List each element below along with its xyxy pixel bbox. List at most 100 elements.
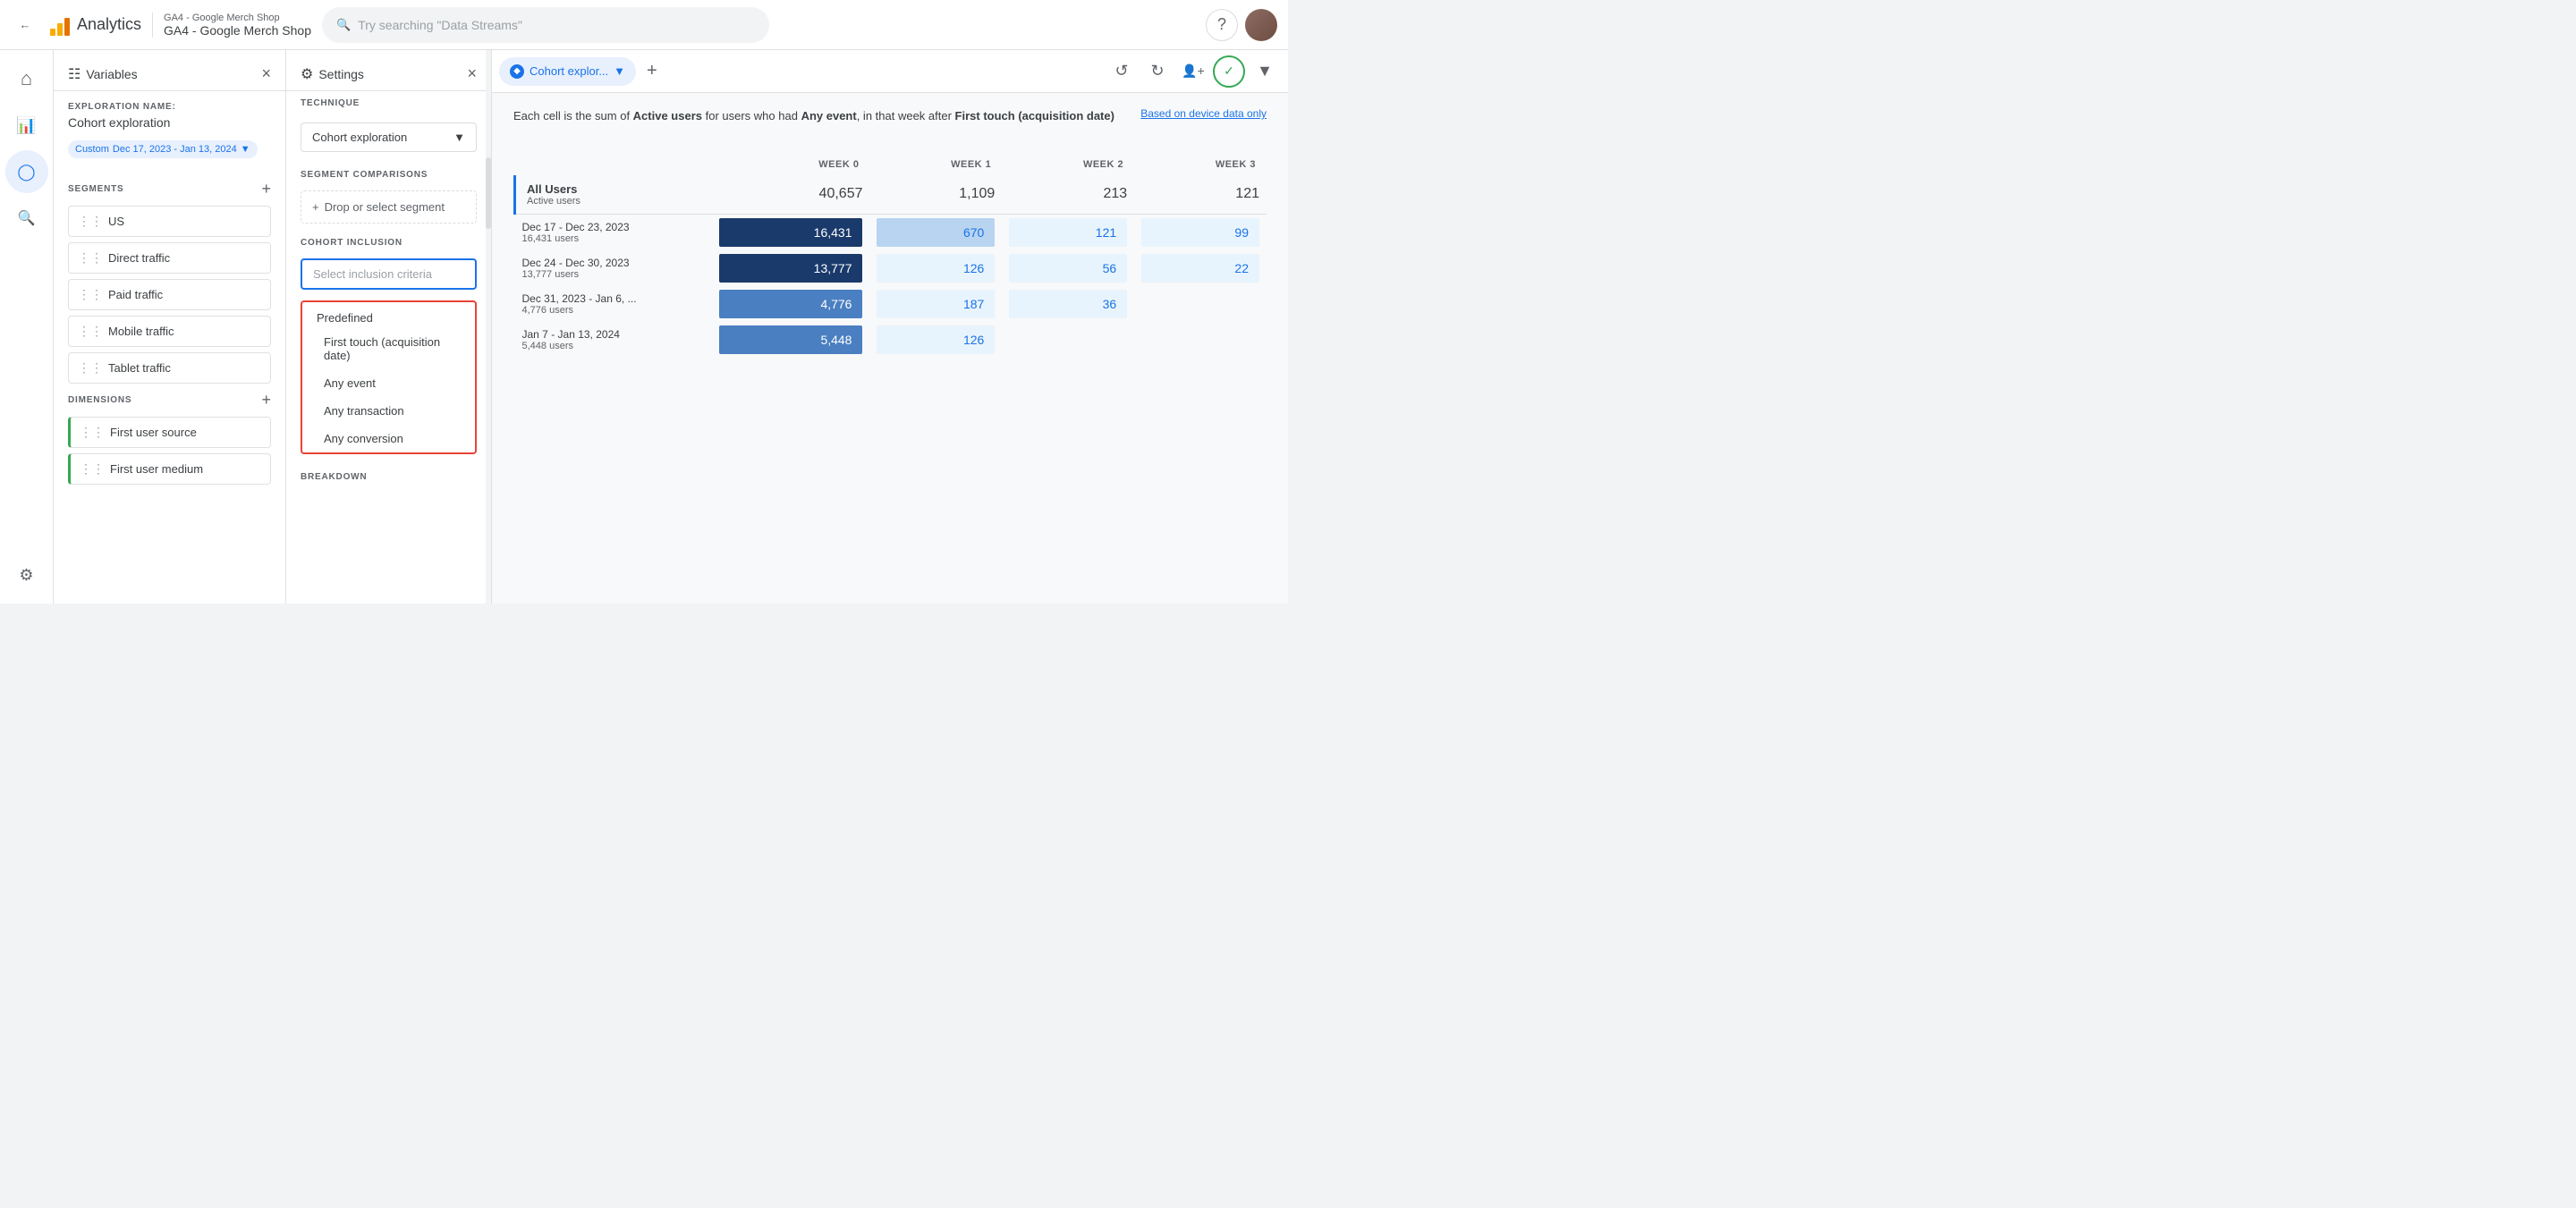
week2-cell: 121 [1002, 214, 1134, 250]
help-button[interactable]: ? [1206, 9, 1238, 41]
logo-icon [50, 14, 70, 36]
chevron-down-icon: ▼ [241, 144, 250, 155]
nav-advertising[interactable]: 🔍 [5, 197, 48, 240]
exploration-name-label: EXPLORATION NAME: [68, 102, 271, 112]
back-button[interactable]: ← [11, 11, 39, 39]
main-content: ◆ Cohort explor... ▼ + ↺ ↻ 👤+ ✓ ▼ Each c… [492, 50, 1288, 604]
cell-value: 126 [877, 254, 995, 283]
cell-value: 13,777 [719, 254, 863, 283]
dimension-item[interactable]: ⋮⋮First user source [68, 417, 271, 448]
exploration-name-value: Cohort exploration [68, 115, 271, 130]
segment-item[interactable]: ⋮⋮Tablet traffic [68, 352, 271, 384]
drop-segment-label: Drop or select segment [325, 200, 445, 214]
drag-handle-icon: ⋮⋮ [80, 425, 105, 440]
account-sub: GA4 - Google Merch Shop [164, 13, 311, 23]
technique-label: TECHNIQUE [286, 91, 491, 112]
dimensions-label: DIMENSIONS [68, 395, 131, 405]
tab-label: Cohort explor... [530, 64, 608, 78]
redo-button[interactable]: ↻ [1141, 55, 1174, 88]
segment-item[interactable]: ⋮⋮US [68, 206, 271, 237]
add-segment-button[interactable]: + [261, 180, 271, 199]
cell-value: 99 [1141, 218, 1259, 247]
segments-list: ⋮⋮US ⋮⋮Direct traffic ⋮⋮Paid traffic ⋮⋮Mobi… [68, 206, 271, 384]
back-icon: ← [20, 18, 31, 31]
gear-icon: ⚙ [301, 65, 313, 83]
segments-label: SEGMENTS [68, 184, 124, 194]
variables-panel-header: ☷ Variables × [54, 50, 285, 91]
nav-explore[interactable]: ◯ [5, 150, 48, 193]
inclusion-input[interactable]: Select inclusion criteria [301, 258, 477, 290]
table-row: Dec 31, 2023 - Jan 6, ... 4,776 users 4,… [515, 286, 1267, 322]
share-button[interactable]: 👤+ [1177, 55, 1209, 88]
explore-tab-icon: ◆ [510, 64, 524, 79]
table-row: Dec 24 - Dec 30, 2023 13,777 users 13,77… [515, 250, 1267, 286]
all-users-row: All Users Active users 40,657 1,109 213 … [515, 175, 1267, 215]
week3-cell: 99 [1134, 214, 1267, 250]
logo-area: Analytics [50, 14, 141, 36]
dimensions-list: ⋮⋮First user source ⋮⋮First user medium [68, 417, 271, 485]
search-placeholder: Try searching "Data Streams" [358, 18, 522, 32]
top-header: ← Analytics GA4 - Google Merch Shop GA4 … [0, 0, 1288, 50]
nav-settings[interactable]: ⚙ [5, 553, 48, 596]
segment-item[interactable]: ⋮⋮Direct traffic [68, 242, 271, 274]
dimensions-section-header: DIMENSIONS + [68, 391, 271, 410]
option-first-touch[interactable]: First touch (acquisition date) [302, 328, 475, 369]
all-users-week3: 121 [1134, 175, 1267, 215]
week2-cell: 56 [1002, 250, 1134, 286]
variables-panel: ☷ Variables × EXPLORATION NAME: Cohort e… [54, 50, 286, 604]
publish-dropdown[interactable]: ▼ [1249, 55, 1281, 88]
all-users-label-cell: All Users Active users [515, 175, 712, 215]
week0-cell: 16,431 [712, 214, 870, 250]
dropdown-category: Predefined [302, 302, 475, 328]
tab-dropdown-icon[interactable]: ▼ [614, 64, 625, 78]
header-actions: ⁢ ? [1166, 9, 1277, 41]
date-label-cell: Dec 17 - Dec 23, 2023 16,431 users [515, 214, 712, 250]
search-bar[interactable]: 🔍 Try searching "Data Streams" [322, 7, 769, 43]
based-on-link[interactable]: Based on device data only [1140, 107, 1267, 120]
chevron-down-icon: ▼ [453, 131, 465, 144]
main-layout: ⌂ 📊 ◯ 🔍 ⚙ ☷ Variables × EXPLORATION NAME… [0, 50, 1288, 604]
option-any-conversion[interactable]: Any conversion [302, 425, 475, 452]
date-label-cell: Dec 31, 2023 - Jan 6, ... 4,776 users [515, 286, 712, 322]
nav-home[interactable]: ⌂ [5, 57, 48, 100]
date-users-label: 5,448 users [522, 341, 705, 351]
settings-panel-title: ⚙ Settings [301, 65, 364, 83]
option-any-event[interactable]: Any event [302, 369, 475, 397]
date-badge[interactable]: Custom Dec 17, 2023 - Jan 13, 2024 ▼ [68, 140, 258, 158]
nav-reports[interactable]: 📊 [5, 104, 48, 147]
add-dimension-button[interactable]: + [261, 391, 271, 410]
settings-panel-header: ⚙ Settings × [286, 50, 491, 91]
cell-value: 4,776 [719, 290, 863, 318]
drop-segment-zone[interactable]: + Drop or select segment [301, 190, 477, 224]
undo-button[interactable]: ↺ [1106, 55, 1138, 88]
week2-cell: 36 [1002, 286, 1134, 322]
dimension-item[interactable]: ⋮⋮First user medium [68, 453, 271, 485]
cohort-tab[interactable]: ◆ Cohort explor... ▼ [499, 57, 636, 86]
technique-select[interactable]: Cohort exploration ▼ [301, 122, 477, 152]
segment-item[interactable]: ⋮⋮Paid traffic [68, 279, 271, 310]
week0-cell: 4,776 [712, 286, 870, 322]
avatar[interactable] [1245, 9, 1277, 41]
list-icon: ☷ [68, 65, 80, 83]
table-row: Dec 17 - Dec 23, 2023 16,431 users 16,43… [515, 214, 1267, 250]
cell-value: 36 [1009, 290, 1127, 318]
week3-cell-empty: - [1134, 286, 1267, 322]
week3-cell-empty: - [1134, 322, 1267, 358]
col-header-label [515, 154, 712, 175]
table-row: Jan 7 - Jan 13, 2024 5,448 users 5,448 1… [515, 322, 1267, 358]
add-tab-button[interactable]: + [640, 57, 665, 85]
inclusion-placeholder: Select inclusion criteria [313, 267, 432, 281]
segment-item[interactable]: ⋮⋮Mobile traffic [68, 316, 271, 347]
option-any-transaction[interactable]: Any transaction [302, 397, 475, 425]
variables-close-button[interactable]: × [261, 64, 271, 83]
col-week1: WEEK 1 [869, 154, 1002, 175]
settings-close-button[interactable]: × [467, 64, 477, 83]
drag-handle-icon: ⋮⋮ [80, 461, 105, 477]
account-info: GA4 - Google Merch Shop GA4 - Google Mer… [152, 13, 311, 38]
settings-panel: ⚙ Settings × TECHNIQUE Cohort exploratio… [286, 50, 492, 604]
drag-handle-icon: ⋮⋮ [78, 287, 103, 302]
publish-button[interactable]: ✓ [1213, 55, 1245, 88]
grid-button[interactable]: ⁢ [1166, 9, 1199, 41]
plus-icon: + [312, 200, 319, 214]
cell-value: 5,448 [719, 325, 863, 354]
